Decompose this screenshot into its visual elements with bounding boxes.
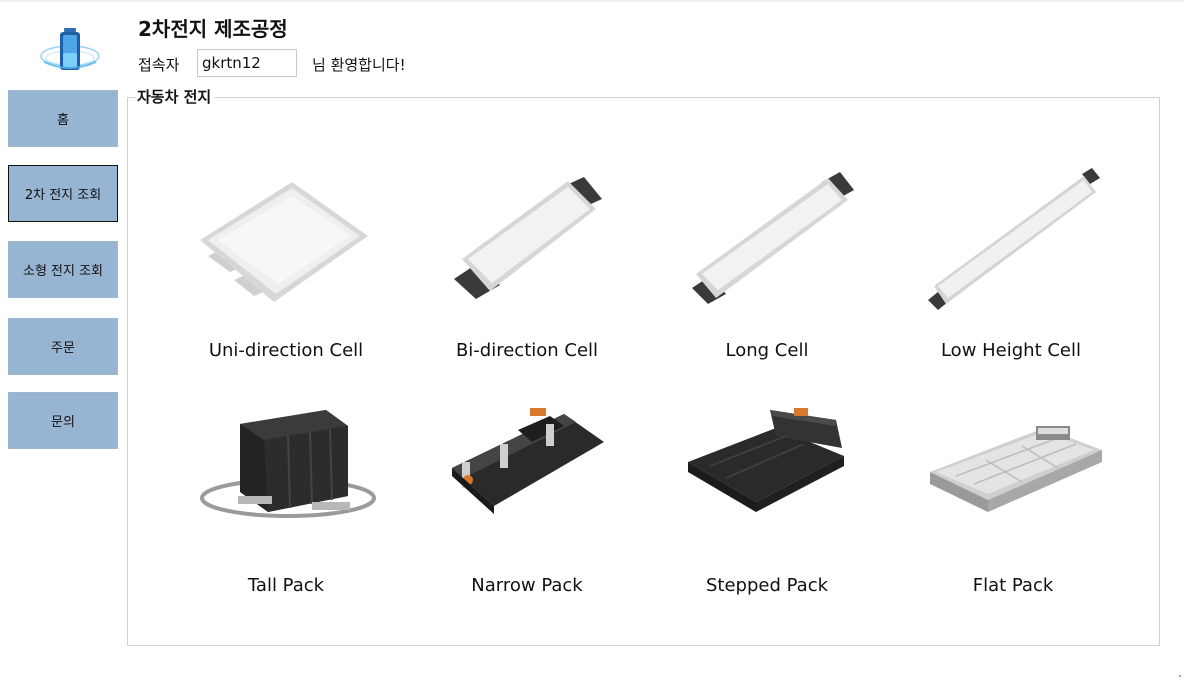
tall-pack-image[interactable]: [198, 404, 378, 528]
battery-logo-icon: [40, 28, 100, 70]
product-label: Bi-direction Cell: [455, 340, 599, 361]
sidebar-item-label: 주문: [51, 341, 75, 356]
product-label: Stepped Pack: [705, 575, 829, 596]
long-cell-image[interactable]: [690, 170, 860, 305]
group-title: 자동차 전지: [136, 86, 215, 107]
low-height-cell-image[interactable]: [926, 166, 1102, 312]
sidebar-item-label: 2차 전지 조회: [24, 188, 102, 203]
sidebar-item-secondary-battery[interactable]: 2차 전지 조회: [8, 165, 118, 222]
flat-pack-image[interactable]: [926, 420, 1106, 520]
sidebar-item-home[interactable]: 홈: [8, 90, 118, 147]
sidebar-item-label: 홈: [57, 113, 69, 128]
product-label: Low Height Cell: [940, 340, 1082, 361]
username-field[interactable]: [197, 49, 297, 77]
window-top-border: [0, 0, 1184, 2]
narrow-pack-image[interactable]: [446, 404, 610, 522]
uni-direction-cell-image[interactable]: [196, 178, 376, 308]
sidebar-item-inquiry[interactable]: 문의: [8, 392, 118, 449]
product-label: Long Cell: [725, 340, 809, 361]
product-label: Narrow Pack: [471, 575, 583, 596]
resize-grip-icon[interactable]: [1179, 675, 1181, 677]
product-label: Uni-direction Cell: [208, 340, 364, 361]
stepped-pack-image[interactable]: [686, 406, 848, 518]
bi-direction-cell-image[interactable]: [450, 175, 610, 305]
user-label: 접속자: [138, 56, 180, 74]
sidebar-item-label: 문의: [51, 415, 75, 430]
sidebar-item-order[interactable]: 주문: [8, 318, 118, 375]
product-label: Tall Pack: [247, 575, 325, 596]
sidebar-item-label: 소형 전지 조회: [22, 264, 104, 279]
sidebar-item-small-battery[interactable]: 소형 전지 조회: [8, 241, 118, 298]
product-label: Flat Pack: [972, 575, 1054, 596]
page-title: 2차전지 제조공정: [138, 17, 288, 41]
welcome-text: 님 환영합니다!: [312, 56, 406, 74]
